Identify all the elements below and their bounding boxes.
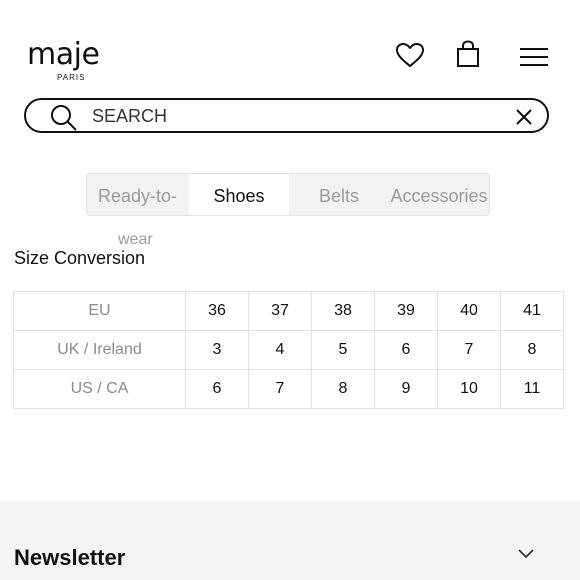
size-cell: 8 [500, 330, 564, 370]
newsletter-section[interactable]: Newsletter [0, 501, 580, 580]
category-tabs: Ready-to- wear Shoes Belts Accessories [86, 173, 490, 248]
size-cell: 7 [437, 330, 501, 370]
brand-name: maje [27, 37, 100, 72]
size-conversion-table: EU 36 37 38 39 40 41 UK / Ireland 3 4 5 6 7 8 US / CA 6… [13, 291, 564, 409]
size-cell: 9 [374, 369, 438, 409]
chevron-down-icon[interactable] [516, 547, 536, 559]
row-header: US / CA [13, 369, 186, 409]
search-icon[interactable] [50, 104, 78, 132]
size-cell: 39 [374, 291, 438, 331]
size-cell: 5 [311, 330, 375, 370]
size-cell: 3 [185, 330, 249, 370]
size-cell: 38 [311, 291, 375, 331]
size-cell: 40 [437, 291, 501, 331]
size-cell: 6 [185, 369, 249, 409]
row-header: EU [13, 291, 186, 331]
tab-label: Ready-to- [98, 186, 178, 206]
size-cell: 4 [248, 330, 312, 370]
size-cell: 8 [311, 369, 375, 409]
brand-logo[interactable]: maje PARIS [27, 37, 100, 83]
heart-icon[interactable] [395, 42, 425, 68]
table-row: US / CA 6 7 8 9 10 11 [13, 369, 564, 409]
size-cell: 7 [248, 369, 312, 409]
size-cell: 36 [185, 291, 249, 331]
section-title: Size Conversion [14, 248, 146, 268]
size-cell: 10 [437, 369, 501, 409]
menu-icon[interactable] [519, 47, 549, 67]
tab-shoes[interactable]: Shoes [189, 174, 289, 215]
close-icon[interactable] [515, 108, 533, 126]
tab-belts[interactable]: Belts [291, 174, 387, 215]
size-cell: 11 [500, 369, 564, 409]
shopping-bag-icon[interactable] [456, 40, 480, 68]
table-row: UK / Ireland 3 4 5 6 7 8 [13, 330, 564, 370]
newsletter-title: Newsletter [14, 545, 126, 570]
tab-ready-to-wear[interactable]: Ready-to- wear [87, 174, 187, 248]
search-bar[interactable] [24, 98, 549, 133]
search-input[interactable] [92, 106, 492, 126]
size-cell: 41 [500, 291, 564, 331]
size-cell: 37 [248, 291, 312, 331]
row-header: UK / Ireland [13, 330, 186, 370]
table-row: EU 36 37 38 39 40 41 [13, 291, 564, 331]
brand-subtitle: PARIS [57, 73, 86, 82]
tab-accessories[interactable]: Accessories [389, 174, 489, 215]
tab-label-wrap: wear [118, 231, 153, 248]
size-cell: 6 [374, 330, 438, 370]
